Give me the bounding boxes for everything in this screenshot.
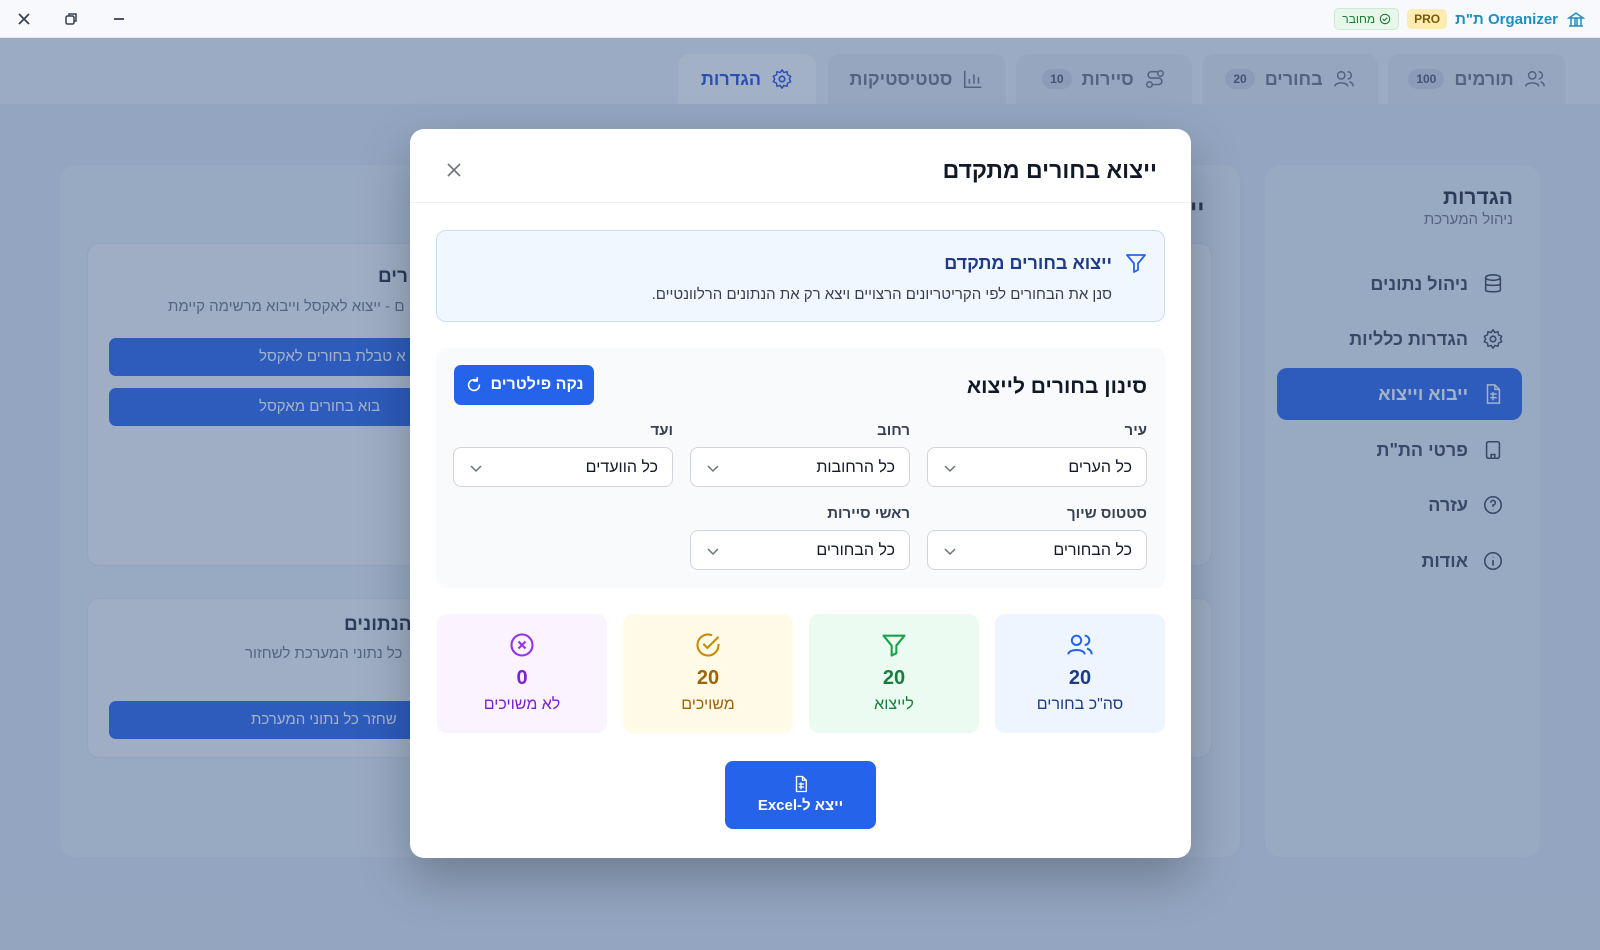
check-circle-icon: [1379, 13, 1391, 25]
filter-icon: [1124, 251, 1148, 275]
stat-label: סה"כ בחורים: [1036, 696, 1124, 713]
dialog-title: ייצוא בחורים מתקדם: [942, 157, 1157, 183]
patrol-heads-select[interactable]: כל הבחורים: [690, 530, 910, 570]
city-select-value: כל הערים: [1068, 459, 1132, 476]
file-spreadsheet-icon: [725, 775, 876, 793]
committee-select-value: כל הוועדים: [585, 459, 658, 476]
info-description: סנן את הבחורים לפי הקריטריונים הרצויים ו…: [651, 286, 1112, 303]
dialog-header: ייצוא בחורים מתקדם: [410, 129, 1191, 203]
restore-window-icon[interactable]: [61, 9, 81, 29]
connection-status-label: מחובר: [1342, 12, 1376, 26]
chevron-down-icon: [468, 460, 484, 476]
street-select[interactable]: כל הרחובות: [690, 447, 910, 487]
stat-to-export: 20 לייצוא: [809, 614, 979, 733]
pro-badge: PRO: [1407, 9, 1448, 29]
patrol-heads-label: ראשי סיירות: [827, 505, 910, 522]
check-circle-icon: [694, 631, 722, 659]
assignment-status-value: כל הבחורים: [1053, 542, 1132, 559]
export-excel-label: ייצא ל-Excel: [757, 797, 844, 814]
committee-select[interactable]: כל הוועדים: [453, 447, 673, 487]
refresh-icon: [465, 376, 483, 394]
close-icon[interactable]: [444, 160, 464, 180]
building-logo-icon: [1566, 9, 1586, 29]
city-label: עיר: [1124, 422, 1147, 439]
close-window-icon[interactable]: [14, 9, 34, 29]
stat-unassigned: 0 לא משויכים: [437, 614, 607, 733]
info-title: ייצוא בחורים מתקדם: [944, 253, 1112, 273]
stat-label: לא משויכים: [483, 696, 561, 713]
filter-icon: [880, 631, 908, 659]
users-icon: [1066, 631, 1094, 659]
committee-label: ועד: [650, 422, 673, 439]
chevron-down-icon: [705, 543, 721, 559]
filter-section: סינון בחורים לייצוא נקה פילטרים עיר כל ה…: [436, 348, 1165, 588]
clear-filters-button[interactable]: נקה פילטרים: [454, 365, 594, 405]
street-label: רחוב: [877, 422, 910, 439]
stat-value: 20: [696, 667, 720, 689]
assignment-status-label: סטטוס שיוך: [1066, 505, 1147, 522]
street-select-value: כל הרחובות: [816, 459, 895, 476]
stat-value: 0: [516, 667, 528, 689]
export-excel-button[interactable]: ייצא ל-Excel: [725, 761, 876, 829]
connection-status-badge: מחובר: [1334, 8, 1400, 30]
stat-assigned: 20 משויכים: [623, 614, 793, 733]
advanced-export-dialog: ייצוא בחורים מתקדם ייצוא בחורים מתקדם סנ…: [410, 129, 1191, 858]
stat-label: משויכים: [681, 696, 735, 713]
stat-value: 20: [882, 667, 906, 689]
brand: ת"ת Organizer PRO מחובר: [1334, 0, 1586, 38]
chevron-down-icon: [705, 460, 721, 476]
app-name: ת"ת Organizer: [1455, 10, 1558, 28]
filter-section-title: סינון בחורים לייצוא: [966, 375, 1147, 398]
city-select[interactable]: כל הערים: [927, 447, 1147, 487]
stat-total-students: 20 סה"כ בחורים: [995, 614, 1165, 733]
chevron-down-icon: [942, 543, 958, 559]
minimize-window-icon[interactable]: [109, 9, 129, 29]
stat-label: לייצוא: [874, 696, 914, 713]
info-box: ייצוא בחורים מתקדם סנן את הבחורים לפי הק…: [436, 230, 1165, 322]
patrol-heads-value: כל הבחורים: [816, 542, 895, 559]
clear-filters-label: נקה פילטרים: [490, 376, 584, 393]
title-bar: ת"ת Organizer PRO מחובר: [0, 0, 1600, 38]
x-circle-icon: [508, 631, 536, 659]
stat-value: 20: [1068, 667, 1092, 689]
assignment-status-select[interactable]: כל הבחורים: [927, 530, 1147, 570]
chevron-down-icon: [942, 460, 958, 476]
